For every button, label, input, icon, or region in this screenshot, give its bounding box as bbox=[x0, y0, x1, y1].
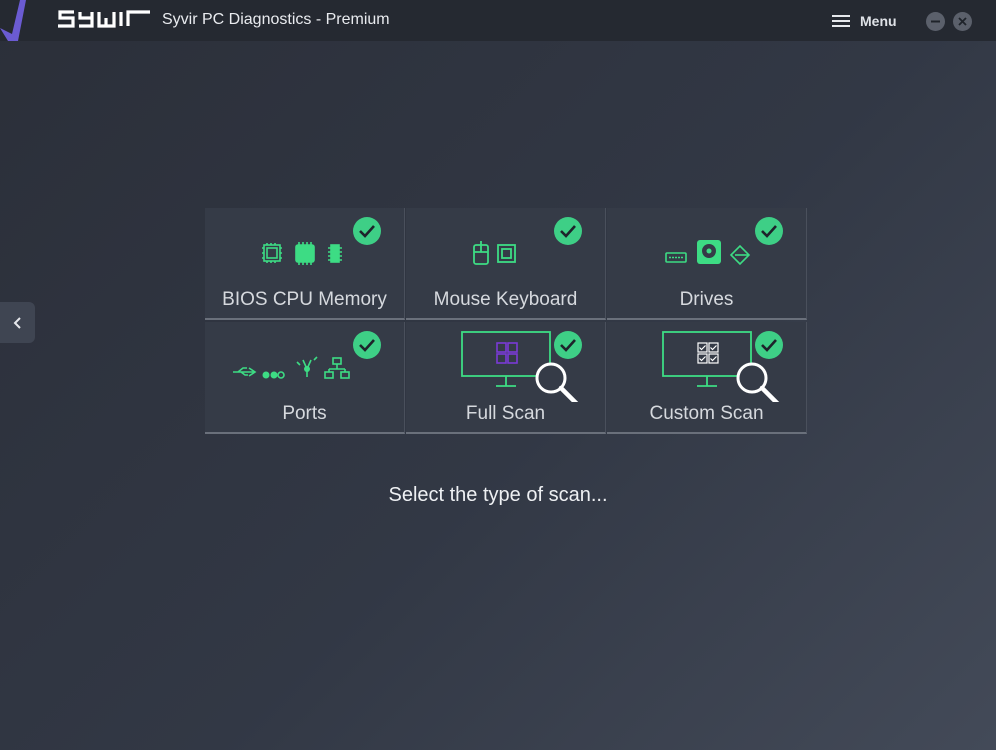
menu-label: Menu bbox=[860, 13, 897, 29]
tile-bios-cpu-memory[interactable]: BIOS CPU Memory bbox=[205, 208, 405, 320]
back-button[interactable] bbox=[0, 302, 35, 343]
tile-label: Drives bbox=[679, 289, 734, 310]
menu-button[interactable]: Menu bbox=[832, 10, 897, 32]
check-icon bbox=[755, 217, 783, 245]
hamburger-icon bbox=[832, 15, 850, 27]
close-button[interactable] bbox=[953, 12, 972, 31]
tile-custom-scan[interactable]: Custom Scan bbox=[607, 322, 807, 434]
title-bar: Syvir PC Diagnostics - Premium Menu bbox=[0, 0, 996, 41]
tile-label: Mouse Keyboard bbox=[433, 289, 578, 310]
scan-type-grid: BIOS CPU Memory Mouse Keyboard Drives Po… bbox=[205, 208, 807, 434]
check-icon bbox=[554, 331, 582, 359]
tile-full-scan[interactable]: Full Scan bbox=[406, 322, 606, 434]
check-icon bbox=[755, 331, 783, 359]
close-icon bbox=[958, 17, 967, 26]
minimize-icon bbox=[931, 20, 940, 23]
scan-prompt: Select the type of scan... bbox=[388, 484, 608, 506]
tile-label: Full Scan bbox=[465, 403, 546, 424]
tile-mouse-keyboard[interactable]: Mouse Keyboard bbox=[406, 208, 606, 320]
tile-drives[interactable]: Drives bbox=[607, 208, 807, 320]
check-icon bbox=[554, 217, 582, 245]
check-icon bbox=[353, 217, 381, 245]
chevron-left-icon bbox=[13, 316, 21, 329]
brand-corner-icon bbox=[0, 0, 26, 41]
minimize-button[interactable] bbox=[926, 12, 945, 31]
tile-ports[interactable]: Ports bbox=[205, 322, 405, 434]
app-title: Syvir PC Diagnostics - Premium bbox=[162, 11, 390, 28]
tile-label: BIOS CPU Memory bbox=[222, 289, 387, 310]
syvir-logo bbox=[58, 10, 150, 28]
tile-label: Ports bbox=[282, 403, 327, 424]
tile-label: Custom Scan bbox=[649, 403, 764, 424]
check-icon bbox=[353, 331, 381, 359]
